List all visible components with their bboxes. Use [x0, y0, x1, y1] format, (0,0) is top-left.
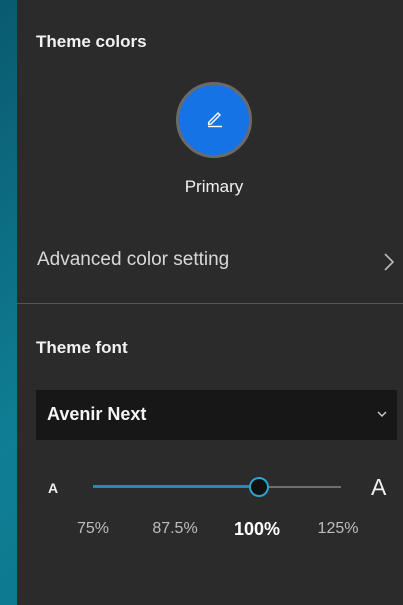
- chevron-right-icon: [384, 253, 395, 271]
- primary-color-group: Primary: [17, 80, 403, 200]
- tick-label-100[interactable]: 100%: [234, 519, 280, 540]
- tick-label-87-5[interactable]: 87.5%: [152, 520, 197, 538]
- tick-label-125[interactable]: 125%: [318, 520, 359, 538]
- section-divider: [17, 303, 403, 304]
- font-size-slider[interactable]: [93, 477, 341, 497]
- theme-font-heading: Theme font: [36, 338, 128, 357]
- font-select[interactable]: Avenir Next: [36, 390, 397, 440]
- theme-colors-heading: Theme colors: [36, 32, 147, 51]
- pencil-icon: [207, 112, 222, 128]
- advanced-color-setting-row[interactable]: Advanced color setting: [17, 240, 403, 284]
- font-size-large-label: A: [371, 474, 387, 500]
- chevron-down-icon: [377, 411, 387, 417]
- primary-color-label: Primary: [184, 177, 244, 196]
- slider-track-fill: [93, 485, 259, 488]
- theme-settings-panel: Theme colors Primary Advanced color sett…: [17, 0, 403, 605]
- advanced-color-setting-label: Advanced color setting: [37, 249, 230, 270]
- primary-color-swatch[interactable]: [176, 82, 252, 158]
- tick-label-75[interactable]: 75%: [77, 520, 109, 538]
- slider-thumb[interactable]: [249, 477, 269, 497]
- font-select-value: Avenir Next: [47, 404, 147, 424]
- font-size-small-label: A: [48, 480, 59, 496]
